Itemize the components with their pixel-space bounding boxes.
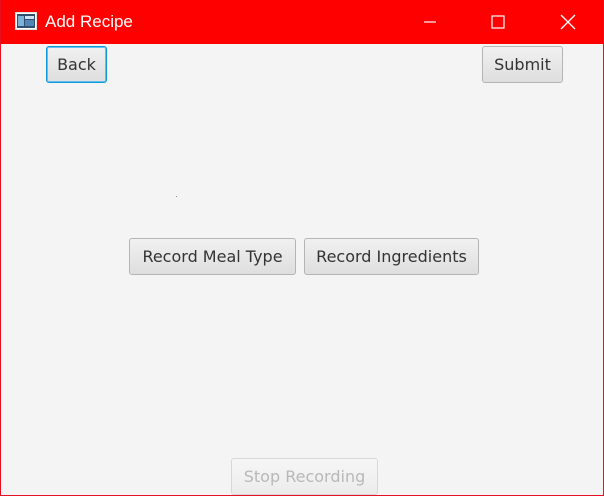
close-button[interactable]	[545, 0, 591, 44]
submit-button[interactable]: Submit	[482, 46, 563, 83]
stop-recording-button[interactable]: Stop Recording	[231, 458, 378, 495]
app-window-icon	[15, 12, 37, 30]
title-bar[interactable]: Add Recipe	[1, 0, 603, 44]
back-button[interactable]: Back	[46, 46, 107, 83]
close-icon	[560, 14, 576, 30]
minimize-button[interactable]	[407, 0, 453, 44]
maximize-button[interactable]	[475, 0, 521, 44]
window-title: Add Recipe	[45, 12, 133, 31]
record-meal-type-button[interactable]: Record Meal Type	[129, 238, 296, 275]
maximize-icon	[491, 15, 505, 29]
minimize-icon	[423, 15, 437, 29]
empty-label-dot	[176, 196, 177, 197]
record-ingredients-button[interactable]: Record Ingredients	[304, 238, 479, 275]
add-recipe-window: Add Recipe Back Submit Record Meal Type …	[0, 0, 604, 496]
